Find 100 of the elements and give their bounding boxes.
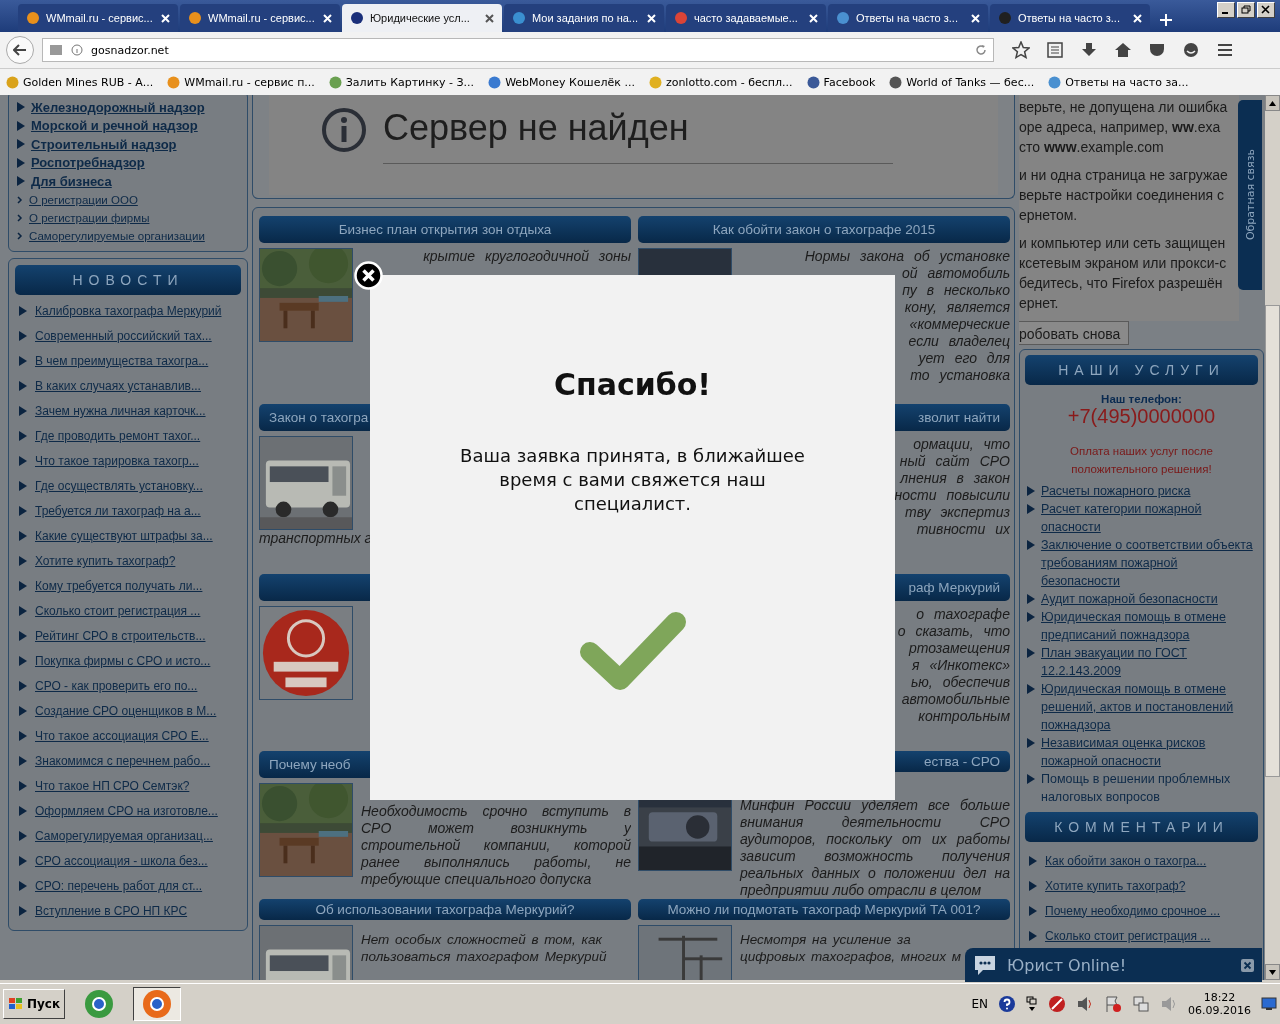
menu-link[interactable]: О регистрации фирмы	[29, 211, 150, 224]
service-link[interactable]: Юридическая помощь в отмене решений, актов и постановлений пожнадзора	[1041, 680, 1258, 734]
news-link[interactable]: Рейтинг СРО в строительств...	[35, 629, 206, 643]
news-link[interactable]: Требуется ли тахограф на а...	[35, 504, 201, 518]
triangle-icon	[19, 806, 27, 816]
pocket-icon[interactable]	[1148, 41, 1166, 59]
info-icon	[321, 107, 367, 153]
close-icon[interactable]	[485, 13, 494, 23]
speaker-icon[interactable]	[1076, 995, 1094, 1013]
news-link[interactable]: Создание СРО оценщиков в М...	[35, 704, 217, 718]
news-link[interactable]: Оформляем СРО на изготовле...	[35, 804, 218, 818]
flag-icon[interactable]	[1104, 995, 1122, 1013]
news-link[interactable]: Что такое ассоциация СРО Е...	[35, 729, 209, 743]
arrow-down-icon[interactable]	[1269, 969, 1276, 975]
service-link[interactable]: План эвакуации по ГОСТ 12.2.143.2009	[1041, 644, 1258, 680]
news-link[interactable]: СРО ассоциация - школа без...	[35, 854, 208, 868]
scrollbar[interactable]	[1265, 95, 1280, 980]
minimize-icon[interactable]	[1217, 2, 1235, 18]
browser-icon	[142, 989, 173, 1019]
bookmark[interactable]: Golden Mines RUB - А...	[6, 75, 154, 89]
news-link[interactable]: Покупка фирмы с СРО и исто...	[35, 654, 211, 668]
help-icon[interactable]	[998, 995, 1016, 1013]
new-tab-icon[interactable]	[1160, 14, 1172, 26]
comment-link[interactable]: Сколько стоит регистрация ...	[1045, 928, 1211, 943]
menu-link[interactable]: Железнодорожный надзор	[31, 99, 205, 115]
browser-tab[interactable]: Мои задания по на...	[504, 4, 664, 32]
address-field[interactable]: gosnadzor.net	[42, 38, 994, 62]
service-link[interactable]: Расчеты пожарного риска	[1041, 482, 1191, 500]
network-icon[interactable]	[1132, 995, 1150, 1013]
browser-tab[interactable]: Юридические усл...	[342, 4, 502, 32]
browser-tab[interactable]: Ответы на часто з...	[990, 4, 1150, 32]
service-link[interactable]: Юридическая помощь в отмене предписаний пожнадзора	[1041, 608, 1258, 644]
smiley-icon[interactable]	[1182, 41, 1200, 59]
news-link[interactable]: Какие существуют штрафы за...	[35, 529, 213, 543]
menu-icon[interactable]	[1216, 41, 1234, 59]
news-link[interactable]: Что такое тарировка тахогр...	[35, 454, 199, 468]
news-link[interactable]: Современный российский тах...	[35, 329, 212, 343]
card-heading[interactable]: Можно ли подмотать тахограф Меркурий ТА 001?	[638, 899, 1010, 920]
error-title: Сервер не найден	[383, 107, 893, 164]
news-link[interactable]: Где проводить ремонт тахог...	[35, 429, 201, 443]
comment-link[interactable]: Почему необходимо срочное ...	[1045, 903, 1220, 918]
news-link[interactable]: Где осуществлять установку...	[35, 479, 203, 493]
news-link[interactable]: СРО: перечень работ для ст...	[35, 879, 203, 893]
bookmark[interactable]: Facebook	[806, 75, 876, 89]
browser-tab[interactable]: WMmail.ru - сервис...	[180, 4, 340, 32]
news-link[interactable]: Что такое НП СРО Семтэк?	[35, 779, 190, 793]
star-icon[interactable]	[1012, 41, 1030, 59]
news-link[interactable]: Сколько стоит регистрация ...	[35, 604, 201, 618]
retry-button[interactable]: робовать снова	[1019, 321, 1130, 345]
menu-link[interactable]: О регистрации ООО	[29, 193, 138, 206]
news-link[interactable]: Зачем нужна личная карточк...	[35, 404, 206, 418]
news-link[interactable]: Калибровка тахографа Меркурий	[35, 304, 222, 318]
restore-icon[interactable]	[1237, 2, 1255, 18]
browser-tab[interactable]: Ответы на часто з...	[828, 4, 988, 32]
chat-widget[interactable]: Юрист Online!	[965, 948, 1262, 982]
service-link[interactable]: Аудит пожарной безопасности	[1041, 590, 1218, 608]
news-link[interactable]: СРО - как проверить его по...	[35, 679, 198, 693]
card-heading[interactable]: Как обойти закон о тахографе 2015	[638, 216, 1010, 243]
news-link[interactable]: Саморегулируемая организац...	[35, 829, 213, 843]
menu-link[interactable]: Морской и речной надзор	[31, 118, 198, 134]
phone-label: Наш телефон:	[1100, 393, 1183, 405]
list-icon[interactable]	[1046, 41, 1064, 59]
news-link[interactable]: В чем преимущества тахогра...	[35, 354, 209, 368]
bookmark[interactable]: zonlotto.com - беспл...	[648, 75, 793, 89]
card-heading[interactable]: Бизнес план открытия зон отдыха	[259, 216, 631, 243]
news-link[interactable]: Вступление в СРО НП КРС	[35, 904, 188, 918]
start-button[interactable]: Пуск	[3, 989, 66, 1019]
news-link[interactable]: Хотите купить тахограф?	[35, 554, 176, 568]
taskbar-app[interactable]	[133, 987, 182, 1021]
panel-heading: НАШИ УСЛУГИ	[1025, 355, 1258, 385]
bookmark[interactable]: Ответы на часто за...	[1048, 75, 1189, 89]
home-icon[interactable]	[1114, 41, 1132, 59]
feedback-tab[interactable]: Обратная связь	[1238, 100, 1262, 290]
browser-tab[interactable]: WMmail.ru - сервис...	[18, 4, 178, 32]
desktop-icon[interactable]	[1261, 997, 1277, 1011]
download-icon[interactable]	[1080, 41, 1098, 59]
news-link[interactable]: Кому требуется получать ли...	[35, 579, 203, 593]
bookmark[interactable]: WebMoney Кошелёк ...	[488, 75, 635, 89]
menu-link[interactable]: Строительный надзор	[31, 136, 177, 152]
service-link[interactable]: Расчет категории пожарной опасности	[1041, 500, 1258, 536]
service-link[interactable]: Заключение о соответствии объекта требованиям пожарной безопасности	[1041, 536, 1258, 590]
browser-tab[interactable]: часто задаваемые...	[666, 4, 826, 32]
menu-link[interactable]: Для бизнеса	[31, 173, 112, 189]
news-link[interactable]: Знакомимся с перечнем рабо...	[35, 754, 211, 768]
service-link[interactable]: Независимая оценка рисков пожарной опасности	[1041, 734, 1258, 770]
menu-link[interactable]: Саморегулируемые организации	[29, 229, 205, 242]
menu-link[interactable]: Роспотребнадзор	[31, 155, 145, 171]
bookmark[interactable]: WMmail.ru - сервис п...	[167, 75, 315, 89]
comment-link[interactable]: Как обойти закон о тахогра...	[1045, 853, 1207, 868]
language-indicator[interactable]: EN	[971, 997, 988, 1011]
bookmark[interactable]: World of Tanks — бес...	[889, 75, 1035, 89]
bookmark[interactable]: Залить Картинку - З...	[328, 75, 475, 89]
back-button[interactable]	[6, 36, 34, 64]
news-link[interactable]: В каких случаях устанавлив...	[35, 379, 201, 393]
comment-link[interactable]: Хотите купить тахограф?	[1045, 878, 1186, 893]
windows-icon[interactable]	[1026, 995, 1038, 1013]
card-heading[interactable]: Об использовании тахографа Меркурий?	[259, 899, 631, 920]
reload-icon[interactable]	[975, 44, 987, 56]
blocked-icon[interactable]	[1048, 995, 1066, 1013]
arrow-up-icon[interactable]	[1269, 100, 1276, 106]
